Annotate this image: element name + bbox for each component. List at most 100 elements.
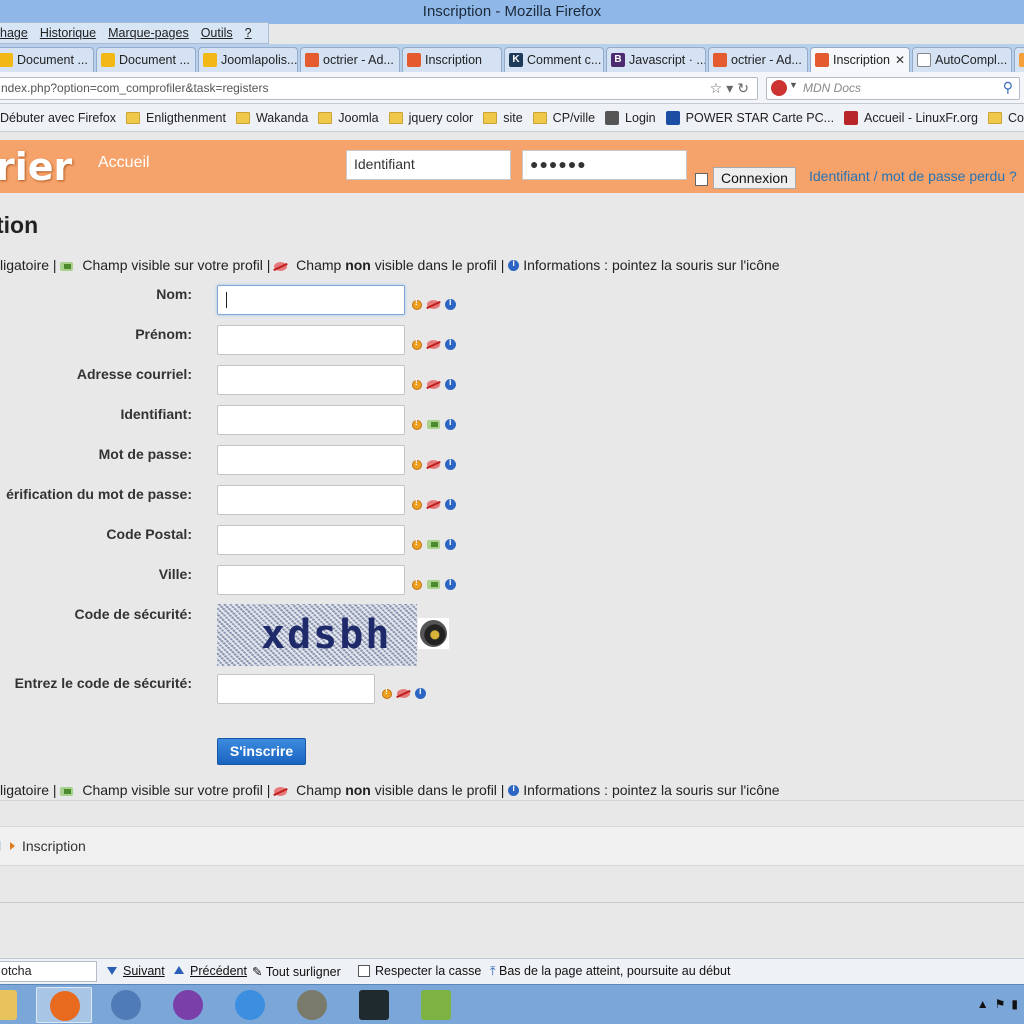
- field-input-6[interactable]: [217, 525, 405, 555]
- lost-credentials-link[interactable]: Identifiant / mot de passe perdu ?: [809, 168, 1017, 184]
- info-icon[interactable]: [445, 457, 456, 470]
- tab-label: AutoCompl...: [935, 53, 1008, 67]
- field-input-3[interactable]: [217, 405, 405, 435]
- tab-10[interactable]: 127: [1014, 47, 1024, 72]
- bookmark-item-2[interactable]: Wakanda: [235, 110, 309, 125]
- reload-icon[interactable]: ↻: [737, 80, 753, 96]
- login-button[interactable]: Connexion: [713, 167, 796, 189]
- info-icon[interactable]: [445, 337, 456, 350]
- folder-icon: [483, 111, 498, 124]
- login-password-input[interactable]: ●●●●●●: [522, 150, 687, 180]
- info-icon[interactable]: [445, 497, 456, 510]
- url-bar[interactable]: ndex.php?option=com_comprofiler&task=reg…: [0, 77, 758, 100]
- captcha-audio-icon[interactable]: [418, 618, 449, 649]
- field-label: Mot de passe:: [98, 446, 192, 462]
- field-label: Code Postal:: [106, 526, 192, 542]
- site-logo[interactable]: rier: [0, 145, 72, 189]
- tray-up-arrow-icon[interactable]: ▲: [977, 997, 995, 1011]
- taskbar-app-1[interactable]: [36, 987, 92, 1023]
- breadcrumb-link[interactable]: l: [0, 838, 1, 854]
- history-dropdown-icon[interactable]: ▾: [726, 80, 737, 96]
- field-icons: [412, 577, 456, 590]
- menu-item-marque-pages[interactable]: Marque-pages: [108, 26, 189, 40]
- vlc-disc-icon: [235, 990, 265, 1020]
- bookmark-item-7[interactable]: Login: [605, 110, 656, 125]
- bookmark-item-10[interactable]: CodeBlocks: [987, 111, 1024, 125]
- system-tray: ▲⚑▮: [977, 997, 1024, 1011]
- login-username-input[interactable]: Identifiant: [346, 150, 511, 180]
- bookmark-item-8[interactable]: POWER STAR Carte PC...: [665, 110, 834, 125]
- tab-0[interactable]: Document ...: [0, 47, 94, 72]
- bookmark-item-1[interactable]: Enligthenment: [126, 111, 226, 125]
- menu-item-affichage[interactable]: hage: [0, 26, 28, 40]
- tab-label: Joomlapolis...: [221, 53, 298, 67]
- field-input-2[interactable]: [217, 365, 405, 395]
- network-icon[interactable]: ▮: [1011, 997, 1024, 1011]
- search-bar[interactable]: ▼ MDN Docs ⚲: [766, 77, 1020, 100]
- bookmark-item-0[interactable]: Débuter avec Firefox: [0, 111, 116, 125]
- hidden-field-icon: [427, 460, 440, 469]
- action-center-flag-icon[interactable]: ⚑: [995, 997, 1012, 1011]
- legend-required: ligatoire |: [0, 782, 57, 798]
- bookmark-label: Wakanda: [255, 110, 309, 125]
- find-next-button[interactable]: Suivant: [107, 964, 165, 978]
- tab-2[interactable]: Joomlapolis...: [198, 47, 298, 72]
- register-button[interactable]: S'inscrire: [217, 738, 306, 765]
- info-icon[interactable]: [445, 297, 456, 310]
- info-icon[interactable]: [445, 537, 456, 550]
- find-status-text: Bas de la page atteint, poursuite au déb…: [499, 964, 731, 978]
- field-input-7[interactable]: [217, 565, 405, 595]
- breadcrumb: l Inscription: [0, 826, 1024, 866]
- bookmark-item-5[interactable]: site: [483, 111, 523, 125]
- menu-item-outils[interactable]: Outils: [201, 26, 233, 40]
- bookmark-star-icon[interactable]: ☆: [710, 80, 727, 96]
- joomla-icon: [305, 53, 319, 67]
- captcha-input[interactable]: [217, 674, 375, 704]
- tab-8[interactable]: Inscription ✕: [810, 47, 910, 72]
- firefox-icon: [50, 991, 80, 1021]
- taskbar-app-3[interactable]: [160, 987, 216, 1023]
- find-previous-button[interactable]: Précédent: [174, 964, 247, 978]
- nav-home-link[interactable]: Accueil: [98, 154, 150, 172]
- taskbar-app-6[interactable]: [346, 987, 402, 1023]
- bookmark-item-3[interactable]: Joomla: [318, 111, 379, 125]
- bookmark-item-9[interactable]: Accueil - LinuxFr.org: [844, 110, 978, 125]
- tab-3[interactable]: octrier - Ad...: [300, 47, 400, 72]
- taskbar-app-2[interactable]: [98, 987, 154, 1023]
- captcha-text: xdsbh: [261, 612, 392, 658]
- close-tab-icon[interactable]: ✕: [895, 53, 905, 67]
- field-icons: [412, 377, 456, 390]
- taskbar-app-7[interactable]: [408, 987, 464, 1023]
- tab-label: Document ...: [119, 53, 190, 67]
- highlight-all-button[interactable]: ✎ Tout surligner: [252, 964, 341, 979]
- taskbar-app-5[interactable]: [284, 987, 340, 1023]
- find-input[interactable]: otcha: [0, 961, 97, 982]
- info-icon[interactable]: [445, 377, 456, 390]
- field-input-5[interactable]: [217, 485, 405, 515]
- search-engine-icon[interactable]: [771, 80, 787, 96]
- tab-6[interactable]: B Javascript · ...: [606, 47, 706, 72]
- search-icon[interactable]: ⚲: [1003, 79, 1013, 96]
- remember-me-checkbox[interactable]: [695, 173, 708, 186]
- tab-9[interactable]: AutoCompl...: [912, 47, 1012, 72]
- bookmark-item-4[interactable]: jquery color: [388, 111, 473, 125]
- match-case-checkbox[interactable]: Respecter la casse: [358, 964, 481, 978]
- menu-item-help[interactable]: ?: [245, 26, 252, 40]
- field-input-0[interactable]: [217, 285, 405, 315]
- bookmark-item-6[interactable]: CP/ville: [532, 111, 595, 125]
- taskbar-app-0[interactable]: [0, 987, 30, 1023]
- field-input-4[interactable]: [217, 445, 405, 475]
- tab-7[interactable]: octrier - Ad...: [708, 47, 808, 72]
- tab-1[interactable]: Document ...: [96, 47, 196, 72]
- tab-4[interactable]: Inscription: [402, 47, 502, 72]
- tab-5[interactable]: K Comment c...: [504, 47, 604, 72]
- info-icon[interactable]: [415, 686, 426, 699]
- taskbar-app-4[interactable]: [222, 987, 278, 1023]
- info-icon[interactable]: [445, 417, 456, 430]
- menu-item-historique[interactable]: Historique: [40, 26, 96, 40]
- captcha-entry-label: Entrez le code de sécurité:: [14, 675, 192, 691]
- hidden-field-icon: [427, 340, 440, 349]
- search-engine-dropdown-icon[interactable]: ▼: [789, 80, 798, 90]
- field-input-1[interactable]: [217, 325, 405, 355]
- info-icon[interactable]: [445, 577, 456, 590]
